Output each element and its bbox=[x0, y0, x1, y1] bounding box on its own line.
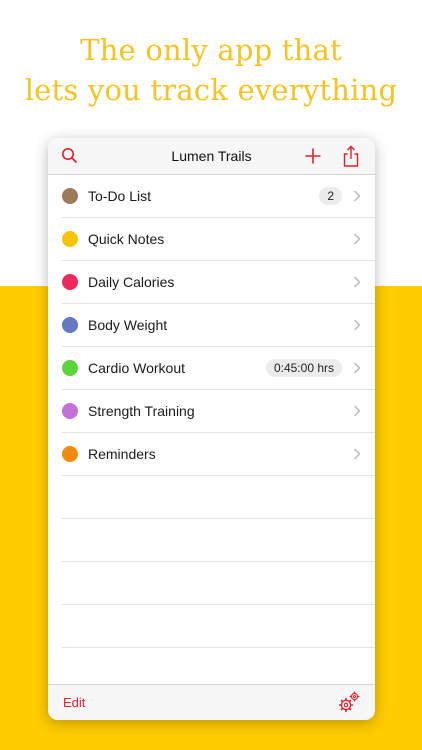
chevron-right-icon bbox=[354, 405, 361, 417]
chevron-right-icon bbox=[354, 276, 361, 288]
color-dot bbox=[62, 317, 78, 333]
promo-headline: The only app that lets you track everyth… bbox=[0, 30, 422, 110]
nav-title: Lumen Trails bbox=[171, 148, 252, 164]
chevron-right-icon bbox=[354, 362, 361, 374]
chevron-right-icon bbox=[354, 233, 361, 245]
tracker-row-cardio-workout[interactable]: Cardio Workout 0:45:00 hrs bbox=[62, 347, 375, 390]
tracker-list: To-Do List 2 Quick Notes Daily Calories … bbox=[48, 175, 375, 691]
color-dot bbox=[62, 360, 78, 376]
empty-row bbox=[62, 476, 375, 519]
color-dot bbox=[62, 446, 78, 462]
tracker-label: Quick Notes bbox=[88, 231, 165, 247]
tracker-row-quick-notes[interactable]: Quick Notes bbox=[62, 218, 375, 261]
tracker-label: Reminders bbox=[88, 446, 156, 462]
tracker-label: Body Weight bbox=[88, 317, 168, 333]
empty-row bbox=[62, 605, 375, 648]
tracker-row-reminders[interactable]: Reminders bbox=[62, 433, 375, 476]
tracker-label: Strength Training bbox=[88, 403, 195, 419]
tracker-row-daily-calories[interactable]: Daily Calories bbox=[62, 261, 375, 304]
plus-icon[interactable] bbox=[301, 144, 325, 168]
bottom-toolbar: Edit bbox=[48, 684, 375, 720]
app-screen: Lumen Trails To-Do List 2 Quick Notes Da… bbox=[48, 138, 375, 720]
color-dot bbox=[62, 188, 78, 204]
count-badge: 2 bbox=[319, 187, 342, 205]
chevron-right-icon bbox=[354, 319, 361, 331]
edit-button[interactable]: Edit bbox=[63, 685, 85, 720]
headline-line-2: lets you track everything bbox=[24, 73, 398, 107]
chevron-right-icon bbox=[354, 448, 361, 460]
duration-badge: 0:45:00 hrs bbox=[265, 359, 342, 377]
color-dot bbox=[62, 231, 78, 247]
navigation-bar: Lumen Trails bbox=[48, 138, 375, 175]
headline-line-1: The only app that bbox=[80, 33, 342, 67]
share-icon[interactable] bbox=[339, 144, 363, 168]
tracker-label: To-Do List bbox=[88, 188, 152, 204]
tracker-row-body-weight[interactable]: Body Weight bbox=[62, 304, 375, 347]
tracker-row-todo-list[interactable]: To-Do List 2 bbox=[62, 175, 375, 218]
tracker-label: Cardio Workout bbox=[88, 360, 186, 376]
tracker-label: Daily Calories bbox=[88, 274, 175, 290]
gears-icon[interactable] bbox=[337, 690, 361, 714]
empty-row bbox=[62, 519, 375, 562]
color-dot bbox=[62, 403, 78, 419]
color-dot bbox=[62, 274, 78, 290]
tracker-row-strength-training[interactable]: Strength Training bbox=[62, 390, 375, 433]
empty-row bbox=[62, 562, 375, 605]
chevron-right-icon bbox=[354, 190, 361, 202]
